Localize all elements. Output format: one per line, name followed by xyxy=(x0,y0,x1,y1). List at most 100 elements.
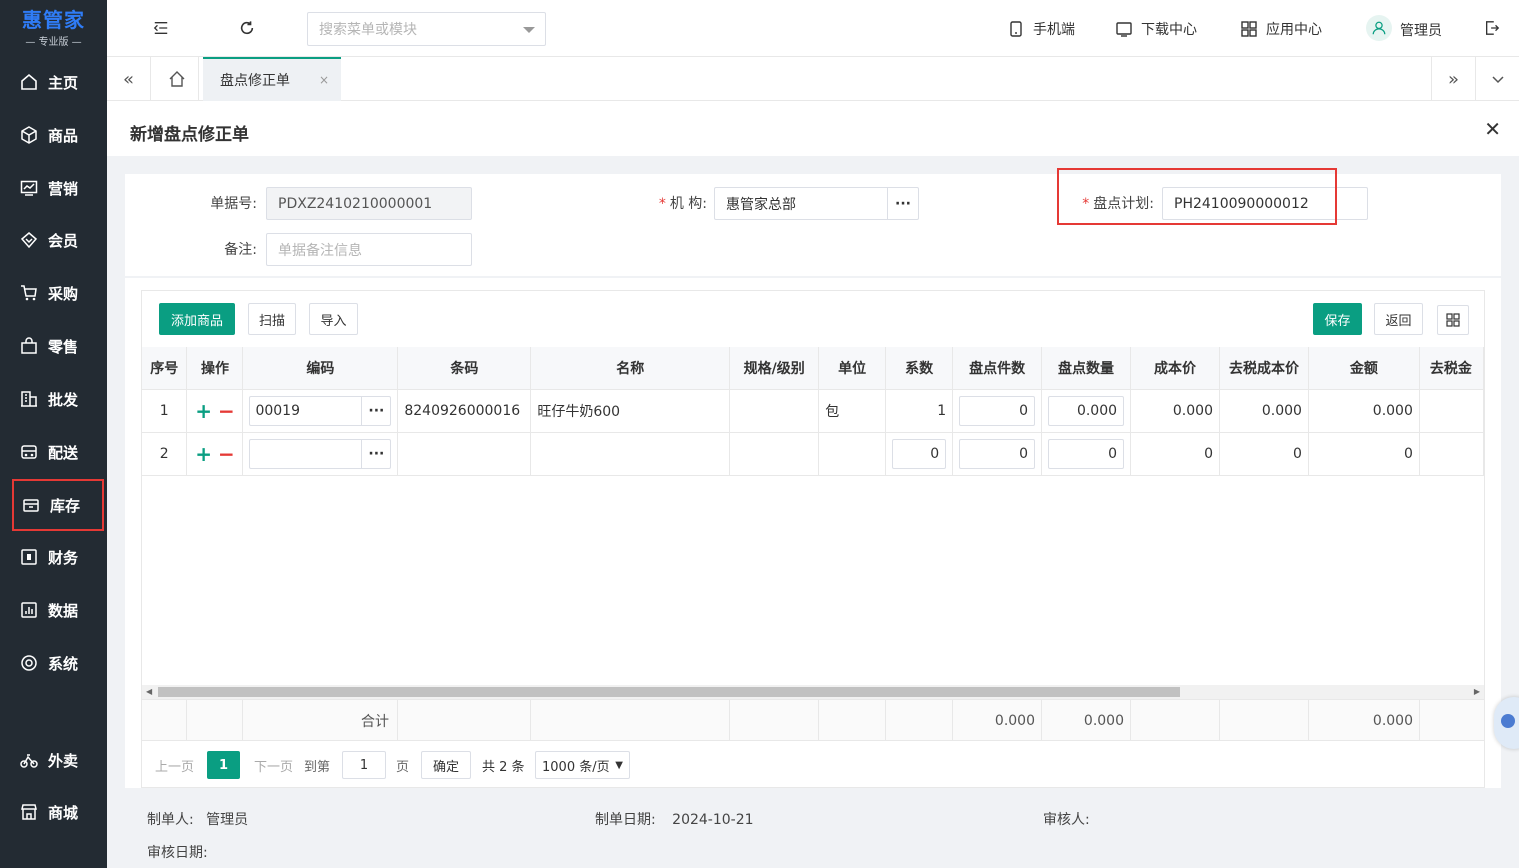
avatar xyxy=(1366,15,1392,41)
finance-icon xyxy=(20,548,38,566)
summary-pieces: 0.000 xyxy=(953,700,1042,741)
col-code: 编码 xyxy=(242,347,399,390)
qty-input[interactable]: 0.000 xyxy=(1048,395,1125,426)
goto-label: 到第 xyxy=(304,759,331,775)
remark-field[interactable]: 单据备注信息 xyxy=(266,233,472,266)
import-button[interactable]: 导入 xyxy=(309,303,358,335)
menu-collapse-icon[interactable] xyxy=(151,18,171,38)
tab-bar: « 盘点修正单 × » xyxy=(107,57,1519,101)
col-amount-notax: 去税金 xyxy=(1419,347,1485,390)
sidebar-item-home[interactable]: 主页 xyxy=(12,56,104,108)
sidebar-item-wholesale[interactable]: 批发 xyxy=(12,373,104,425)
tabs-dropdown-icon[interactable] xyxy=(1475,57,1519,101)
search-input[interactable]: 搜索菜单或模块 xyxy=(307,12,546,46)
remove-row-icon[interactable]: − xyxy=(218,399,235,423)
col-spec: 规格/级别 xyxy=(729,347,820,390)
tab-stock-correction[interactable]: 盘点修正单 × xyxy=(203,57,341,101)
remove-row-icon[interactable]: − xyxy=(218,442,235,466)
refresh-icon[interactable] xyxy=(237,18,257,38)
sidebar-item-finance[interactable]: 财务 xyxy=(12,531,104,583)
next-page[interactable]: 下一页 xyxy=(254,751,293,779)
page-1[interactable]: 1 xyxy=(207,751,240,779)
app-center-link[interactable]: 应用中心 xyxy=(1240,19,1322,39)
summary-amount: 0.000 xyxy=(1309,700,1420,741)
tabs-scroll-right-icon[interactable]: » xyxy=(1431,57,1475,101)
doc-no-field: PDXZ2410210000001 xyxy=(266,187,472,220)
pieces-input[interactable]: 0 xyxy=(959,395,1036,426)
sidebar-item-goods[interactable]: 商品 xyxy=(12,109,104,161)
settings-icon xyxy=(20,654,38,672)
qty-input[interactable]: 0 xyxy=(1048,438,1125,469)
scrollbar-thumb[interactable] xyxy=(158,687,1180,697)
org-picker-button[interactable]: ··· xyxy=(887,188,918,219)
mobile-link[interactable]: 手机端 xyxy=(1007,19,1075,39)
sidebar-item-system[interactable]: 系统 xyxy=(12,637,104,689)
chevron-down-icon xyxy=(523,27,535,33)
col-factor: 系数 xyxy=(885,347,954,390)
chart-icon xyxy=(20,179,38,197)
chevron-down-icon: ▼ xyxy=(615,759,623,771)
sidebar: 惠管家 — 专业版 — 主页 商品 营销 会员 采购 零售 批发 配送 库存 财… xyxy=(0,0,107,868)
col-cost: 成本价 xyxy=(1130,347,1220,390)
building-icon xyxy=(20,390,38,408)
back-button[interactable]: 返回 xyxy=(1374,303,1423,335)
prev-page[interactable]: 上一页 xyxy=(155,751,194,779)
sidebar-item-label: 采购 xyxy=(48,284,79,303)
audit-date-label: 审核日期: xyxy=(147,845,208,861)
add-goods-button[interactable]: 添加商品 xyxy=(159,303,235,335)
truck-icon xyxy=(20,443,38,461)
sidebar-item-label: 配送 xyxy=(48,443,79,462)
assistant-bubble[interactable] xyxy=(1494,697,1519,749)
sidebar-item-takeout[interactable]: 外卖 xyxy=(12,734,104,786)
factor-input[interactable]: 0 xyxy=(892,438,947,469)
scroll-left-icon[interactable]: ◀ xyxy=(146,687,152,696)
code-input[interactable]: ··· xyxy=(249,438,392,469)
col-ops: 操作 xyxy=(186,347,244,390)
save-button[interactable]: 保存 xyxy=(1313,303,1362,335)
sidebar-item-data[interactable]: 数据 xyxy=(12,584,104,636)
goto-confirm-button[interactable]: 确定 xyxy=(421,751,471,779)
add-row-icon[interactable]: + xyxy=(195,399,212,423)
column-settings-icon[interactable] xyxy=(1437,305,1469,335)
close-tab-icon[interactable]: × xyxy=(319,73,329,87)
home-tab-icon[interactable] xyxy=(155,57,199,101)
close-icon[interactable]: ✕ xyxy=(1484,117,1501,141)
total-count: 共 2 条 xyxy=(482,759,525,775)
logo: 惠管家 — 专业版 — xyxy=(22,7,85,48)
logout-icon[interactable] xyxy=(1482,18,1502,38)
code-picker-button[interactable]: ··· xyxy=(361,396,390,425)
panel-header: 新增盘点修正单 ✕ xyxy=(107,101,1519,156)
sidebar-item-label: 商城 xyxy=(48,803,79,822)
brand-name: 惠管家 xyxy=(22,7,85,32)
sidebar-item-mall[interactable]: 商城 xyxy=(12,786,104,838)
goto-page-input[interactable]: 1 xyxy=(342,751,386,779)
org-field[interactable]: 惠管家总部 ··· xyxy=(714,187,919,220)
sidebar-item-delivery[interactable]: 配送 xyxy=(12,426,104,478)
doc-no-label: 单据号: xyxy=(210,196,257,212)
summary-label: 合计 xyxy=(243,700,398,741)
download-center-link[interactable]: 下载中心 xyxy=(1115,19,1197,39)
code-input[interactable]: 00019 ··· xyxy=(249,395,392,426)
code-picker-button[interactable]: ··· xyxy=(361,439,390,468)
sidebar-item-member[interactable]: 会员 xyxy=(12,214,104,266)
sidebar-item-label: 库存 xyxy=(50,496,81,515)
shop-icon xyxy=(20,803,38,821)
add-row-icon[interactable]: + xyxy=(195,442,212,466)
user-menu[interactable]: 管理员 xyxy=(1366,15,1442,41)
page-size-select[interactable]: 1000 条/页 ▼ xyxy=(535,751,630,779)
col-pieces: 盘点件数 xyxy=(952,347,1043,390)
sidebar-item-inventory[interactable]: 库存 xyxy=(12,479,104,531)
diamond-icon xyxy=(20,231,38,249)
sidebar-item-marketing[interactable]: 营销 xyxy=(12,162,104,214)
col-amount: 金额 xyxy=(1308,347,1420,390)
tabs-scroll-left-icon[interactable]: « xyxy=(107,57,151,101)
creator-label: 制单人: xyxy=(147,812,194,828)
scroll-right-icon[interactable]: ▶ xyxy=(1474,687,1480,696)
sidebar-item-purchase[interactable]: 采购 xyxy=(12,267,104,319)
col-cost-notax: 去税成本价 xyxy=(1219,347,1309,390)
sidebar-item-retail[interactable]: 零售 xyxy=(12,320,104,372)
scan-button[interactable]: 扫描 xyxy=(248,303,296,335)
pieces-input[interactable]: 0 xyxy=(959,438,1036,469)
goods-table: 序号 操作 编码 条码 名称 规格/级别 单位 系数 盘点件数 盘点数量 成本价… xyxy=(142,347,1485,476)
horizontal-scrollbar[interactable]: ◀ ▶ xyxy=(142,685,1484,699)
